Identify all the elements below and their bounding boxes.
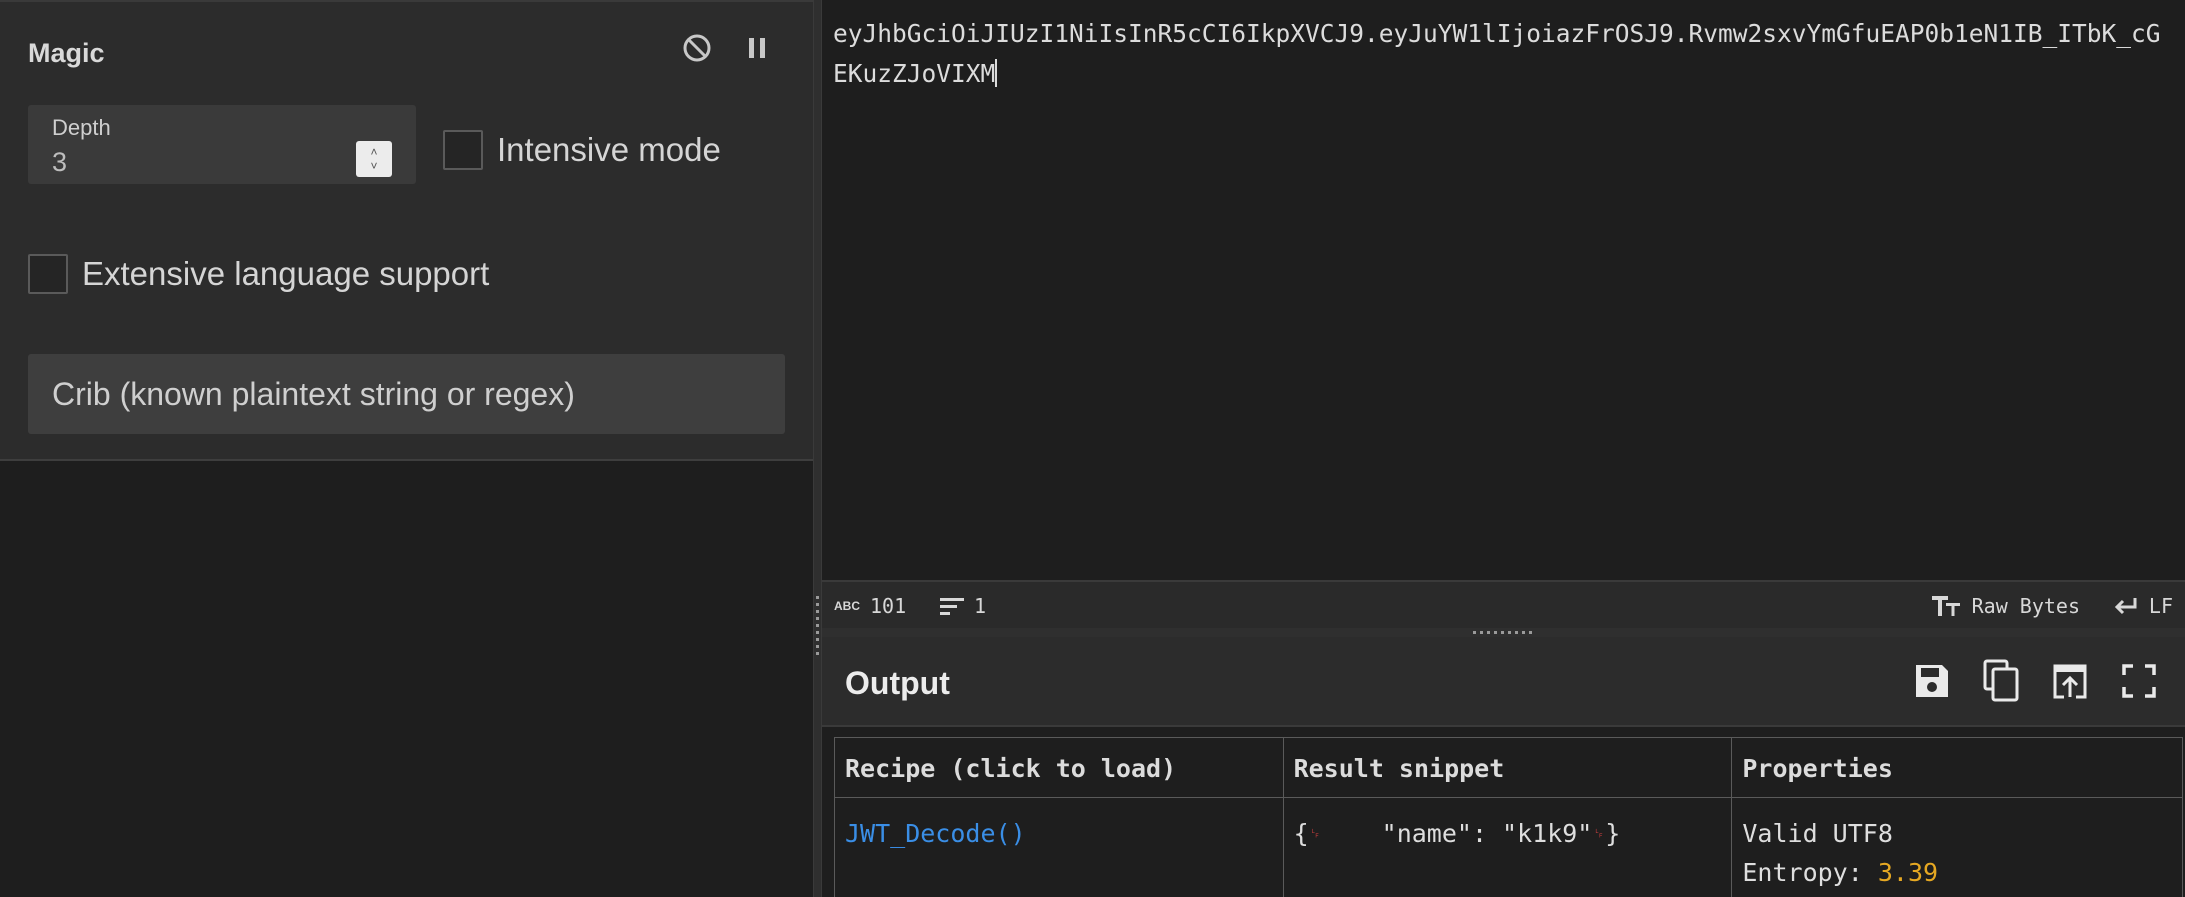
operation-controls [681,32,773,64]
input-editor[interactable]: eyJhbGciOiJIUzI1NiIsInR5cCI6IkpXVCJ9.eyJ… [822,0,2185,580]
depth-label: Depth [52,115,111,140]
text-caret [995,59,998,87]
input-status-bar: ABC 101 1 Raw Bytes LF [822,580,2185,628]
input-content: eyJhbGciOiJIUzI1NiIsInR5cCI6IkpXVCJ9.eyJ… [833,19,2161,88]
snippet-cell: {␊ "name": "k1k9"␊} [1282,797,1733,897]
table-header-row: Recipe (click to load) Result snippet Pr… [834,737,2183,798]
snippet-body: "name": "k1k9" [1321,819,1593,848]
column-header-snippet: Result snippet [1282,737,1733,798]
output-title: Output [845,665,950,701]
gutter-grip[interactable] [816,596,819,658]
property-entropy: Entropy: 3.39 [1742,853,2172,892]
char-count: ABC 101 [834,594,906,618]
copy-icon [1983,659,2019,702]
column-header-recipe: Recipe (click to load) [834,737,1284,798]
eol-label: LF [2148,594,2173,618]
recipe-load-link[interactable]: JWT_Decode() [845,819,1026,848]
checkbox-box[interactable] [443,130,483,170]
output-toolbar [1910,659,2161,703]
lines-icon [940,598,964,615]
recipe-cell: JWT_Decode() [834,797,1284,897]
property-valid-utf8: Valid UTF8 [1742,819,1893,848]
magic-results-table: Recipe (click to load) Result snippet Pr… [834,737,2183,897]
save-output-button[interactable] [1910,659,1954,703]
entropy-label: Entropy: [1742,858,1878,887]
horizontal-resize-gutter[interactable] [822,628,2185,637]
output-area: Recipe (click to load) Result snippet Pr… [822,727,2185,897]
text-size-icon [1931,596,1960,616]
intensive-mode-checkbox[interactable]: Intensive mode [443,130,721,170]
column-header-properties: Properties [1731,737,2183,798]
snippet-open: { [1293,819,1309,848]
disable-icon [683,34,711,62]
maximise-output-button[interactable] [2117,659,2161,703]
char-count-value: 101 [870,594,907,618]
copy-output-button[interactable] [1979,659,2023,703]
extensive-language-label: Extensive language support [82,255,490,292]
return-icon [2114,598,2137,615]
checkbox-box[interactable] [28,254,68,294]
depth-field: Depth ˄ ˅ [28,105,416,184]
abc-icon: ABC [834,599,860,613]
properties-cell: Valid UTF8 Entropy: 3.39 [1731,797,2183,897]
encoding-selector[interactable]: Raw Bytes [1931,594,2080,618]
encoding-label: Raw Bytes [1971,594,2080,618]
fullscreen-icon [2122,664,2156,698]
table-row: JWT_Decode() {␊ "name": "k1k9"␊} Valid U… [834,797,2183,897]
operation-title: Magic [28,38,105,68]
magic-operation: Magic Depth 3 ˄ ˅ Intensive mode Extensi… [0,0,813,461]
line-count: 1 [940,594,986,618]
crib-input[interactable] [28,354,785,434]
input-text[interactable]: eyJhbGciOiJIUzI1NiIsInR5cCI6IkpXVCJ9.eyJ… [833,14,2173,94]
pause-button[interactable] [741,32,773,64]
output-header: Output [822,637,2185,727]
vertical-resize-gutter[interactable] [813,0,822,897]
depth-stepper[interactable]: ˄ ˅ [356,141,392,177]
extensive-language-checkbox[interactable]: Extensive language support [28,254,489,294]
eol-selector[interactable]: LF [2113,594,2173,618]
newline-marker-icon: ␊ [1308,824,1322,843]
gutter-grip[interactable] [1473,631,1535,634]
save-icon [1916,665,1948,697]
pause-icon [749,38,765,58]
replace-input-button[interactable] [2048,659,2092,703]
app-root: Magic Depth 3 ˄ ˅ Intensive mode Extensi… [0,0,2185,897]
recipe-panel: Magic Depth 3 ˄ ˅ Intensive mode Extensi… [0,0,813,897]
intensive-mode-label: Intensive mode [497,131,721,168]
snippet-close: } [1605,819,1621,848]
chevron-up-icon[interactable]: ˄ [370,145,377,159]
depth-input[interactable] [52,145,352,179]
line-count-value: 1 [974,594,987,618]
entropy-value: 3.39 [1877,858,1939,887]
replace-input-icon [2053,664,2087,699]
chevron-down-icon[interactable]: ˅ [370,159,377,173]
newline-marker-icon: ␊ [1592,824,1606,843]
disable-operation-button[interactable] [681,32,713,64]
